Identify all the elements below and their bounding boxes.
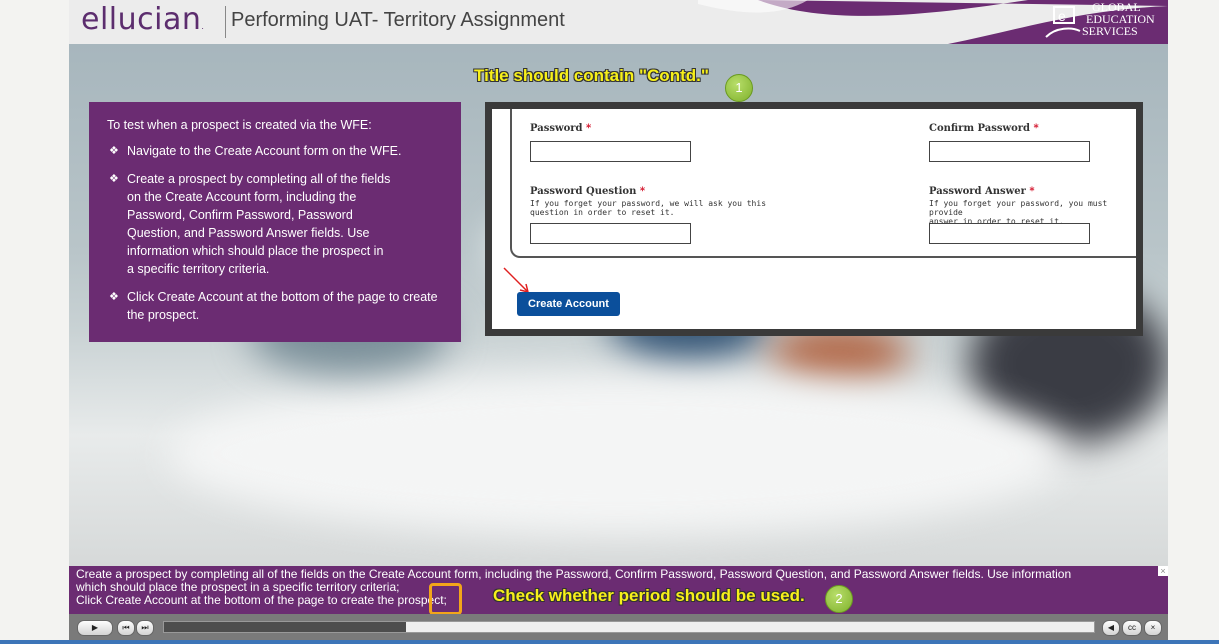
rewind-button[interactable]: ⏮ [117,620,135,636]
instruction-text: Click Create Account at the bottom of th… [127,290,438,322]
form-screenshot: Password * Confirm Password * Password Q… [485,102,1143,336]
required-marker: * [586,123,592,134]
caption-close-icon[interactable]: × [1158,566,1168,576]
list-item: ❖ Navigate to the Create Account form on … [107,142,443,160]
player-controls: ▶ ⏮ ⏭ ◀ cc × [69,614,1168,640]
password-answer-label: Password Answer * [929,186,1035,197]
password-answer-label-text: Password Answer [929,186,1026,197]
e-icon: e [1045,6,1081,38]
hint-line: If you forget your password, you must pr… [929,199,1108,217]
ges-text: GLOBAL EDUCATION SERVICES [1082,1,1155,37]
password-question-label: Password Question * [530,186,645,197]
diamond-bullet-icon: ❖ [109,145,119,157]
required-marker: * [1029,186,1035,197]
course-title: Performing UAT- Territory Assignment [231,9,565,31]
confirm-password-field[interactable] [929,141,1090,162]
annotation-number-2: 2 [825,585,853,613]
logo-mark: . [201,22,205,31]
logo-text: ellucian [81,2,202,37]
password-label: Password * [530,123,591,134]
header-divider [225,6,226,38]
list-item: ❖ Click Create Account at the bottom of t… [107,288,443,324]
instructions-box: To test when a prospect is created via t… [89,102,461,342]
instructions-list: ❖ Navigate to the Create Account form on … [107,142,443,324]
slide-stage: ellucian. Performing UAT- Territory Assi… [69,0,1168,644]
svg-text:e: e [1058,8,1066,24]
volume-button[interactable]: ◀ [1102,620,1120,636]
annotation-highlight-box [429,583,462,615]
hint-line: If you forget your password, we will ask… [530,199,767,208]
diamond-bullet-icon: ❖ [109,173,119,185]
play-button[interactable]: ▶ [77,620,113,636]
password-label-text: Password [530,123,583,134]
confirm-password-label-text: Confirm Password [929,123,1031,134]
list-item: ❖ Create a prospect by completing all of … [107,170,443,278]
screenshot-content: Password * Confirm Password * Password Q… [492,109,1136,329]
create-account-button[interactable]: Create Account [517,292,620,316]
required-marker: * [1033,123,1039,134]
forward-button[interactable]: ⏭ [136,620,154,636]
instruction-text: Create a prospect by completing all of t… [127,172,391,276]
bg-blur-table [169,374,1069,534]
annotation-number-1: 1 [725,74,753,102]
slide-header: ellucian. Performing UAT- Territory Assi… [69,0,1168,44]
instructions-intro: To test when a prospect is created via t… [107,118,372,132]
password-question-field[interactable] [530,223,691,244]
taskbar-strip [0,640,1219,644]
progress-fill [164,622,406,632]
ellucian-logo: ellucian. [81,2,204,37]
closed-captions-button[interactable]: cc [1122,620,1142,636]
password-question-hint: If you forget your password, we will ask… [530,199,766,217]
password-question-label-text: Password Question [530,186,637,197]
hint-line: question in order to reset it. [530,208,675,217]
password-answer-hint: If you forget your password, you must pr… [929,199,1136,226]
required-marker: * [639,186,646,197]
annotation-title-note: Title should contain "Contd." [474,66,709,85]
password-answer-field[interactable] [929,223,1090,244]
annotation-period-note: Check whether period should be used. [493,586,805,605]
password-field[interactable] [530,141,691,162]
global-education-services-logo: e GLOBAL EDUCATION SERVICES [1042,1,1162,41]
ges-line-3: SERVICES [1082,24,1138,38]
close-player-button[interactable]: × [1144,620,1162,636]
progress-bar[interactable] [163,621,1095,633]
instruction-text: Navigate to the Create Account form on t… [127,144,402,158]
confirm-password-label: Confirm Password * [929,123,1039,134]
diamond-bullet-icon: ❖ [109,291,119,303]
